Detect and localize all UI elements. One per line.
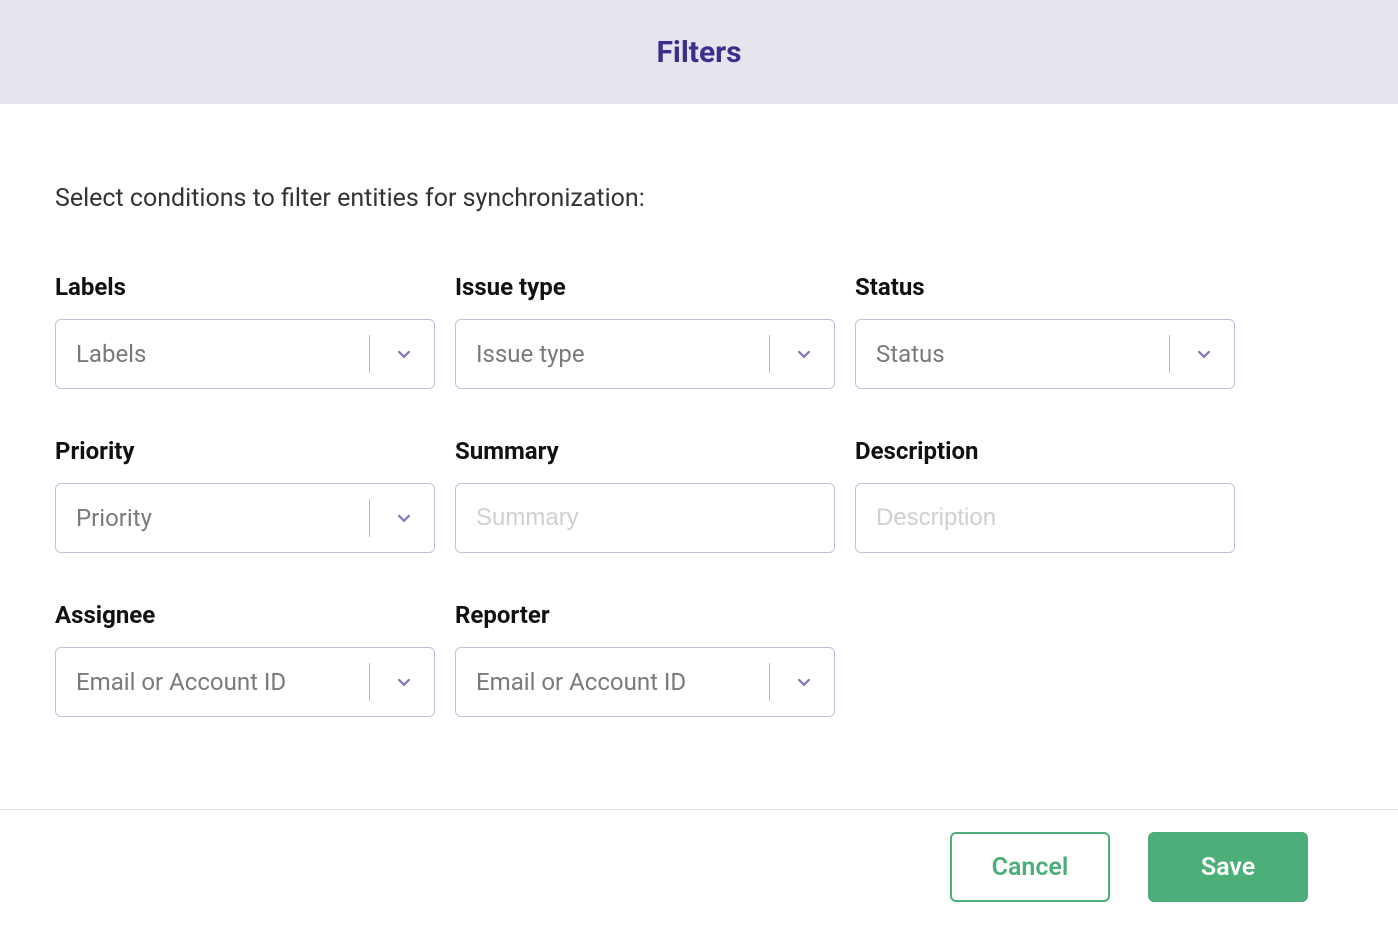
dialog-header: Filters — [0, 0, 1398, 104]
select-divider — [369, 499, 370, 537]
dialog-content: Select conditions to filter entities for… — [0, 104, 1398, 757]
field-priority: Priority Priority — [55, 437, 435, 553]
field-label-description: Description — [855, 437, 1235, 465]
summary-input-wrap[interactable] — [455, 483, 835, 553]
field-assignee: Assignee Email or Account ID — [55, 601, 435, 717]
cancel-button[interactable]: Cancel — [950, 832, 1110, 902]
labels-select[interactable]: Labels — [55, 319, 435, 389]
chevron-down-icon — [374, 671, 434, 693]
reporter-select[interactable]: Email or Account ID — [455, 647, 835, 717]
summary-input[interactable] — [456, 484, 834, 552]
chevron-down-icon — [774, 671, 834, 693]
field-summary: Summary — [455, 437, 835, 553]
priority-select-value: Priority — [56, 504, 369, 532]
select-divider — [369, 663, 370, 701]
status-select[interactable]: Status — [855, 319, 1235, 389]
assignee-select[interactable]: Email or Account ID — [55, 647, 435, 717]
priority-select[interactable]: Priority — [55, 483, 435, 553]
field-description: Description — [855, 437, 1235, 553]
filter-grid: Labels Labels Issue type Issue type — [55, 273, 1343, 717]
select-divider — [1169, 335, 1170, 373]
issue-type-select-value: Issue type — [456, 340, 769, 368]
field-status: Status Status — [855, 273, 1235, 389]
chevron-down-icon — [374, 507, 434, 529]
field-label-labels: Labels — [55, 273, 435, 301]
dialog-title: Filters — [656, 35, 741, 70]
description-input[interactable] — [856, 484, 1234, 552]
dialog-footer: Cancel Save — [0, 809, 1398, 902]
description-input-wrap[interactable] — [855, 483, 1235, 553]
save-button[interactable]: Save — [1148, 832, 1308, 902]
field-label-assignee: Assignee — [55, 601, 435, 629]
select-divider — [769, 335, 770, 373]
field-issue-type: Issue type Issue type — [455, 273, 835, 389]
select-divider — [369, 335, 370, 373]
field-label-status: Status — [855, 273, 1235, 301]
assignee-select-value: Email or Account ID — [56, 668, 369, 696]
field-label-reporter: Reporter — [455, 601, 835, 629]
status-select-value: Status — [856, 340, 1169, 368]
field-label-issue-type: Issue type — [455, 273, 835, 301]
chevron-down-icon — [774, 343, 834, 365]
instructions-text: Select conditions to filter entities for… — [55, 184, 1343, 213]
chevron-down-icon — [1174, 343, 1234, 365]
issue-type-select[interactable]: Issue type — [455, 319, 835, 389]
field-reporter: Reporter Email or Account ID — [455, 601, 835, 717]
field-label-summary: Summary — [455, 437, 835, 465]
select-divider — [769, 663, 770, 701]
chevron-down-icon — [374, 343, 434, 365]
field-label-priority: Priority — [55, 437, 435, 465]
field-labels: Labels Labels — [55, 273, 435, 389]
labels-select-value: Labels — [56, 340, 369, 368]
reporter-select-value: Email or Account ID — [456, 668, 769, 696]
